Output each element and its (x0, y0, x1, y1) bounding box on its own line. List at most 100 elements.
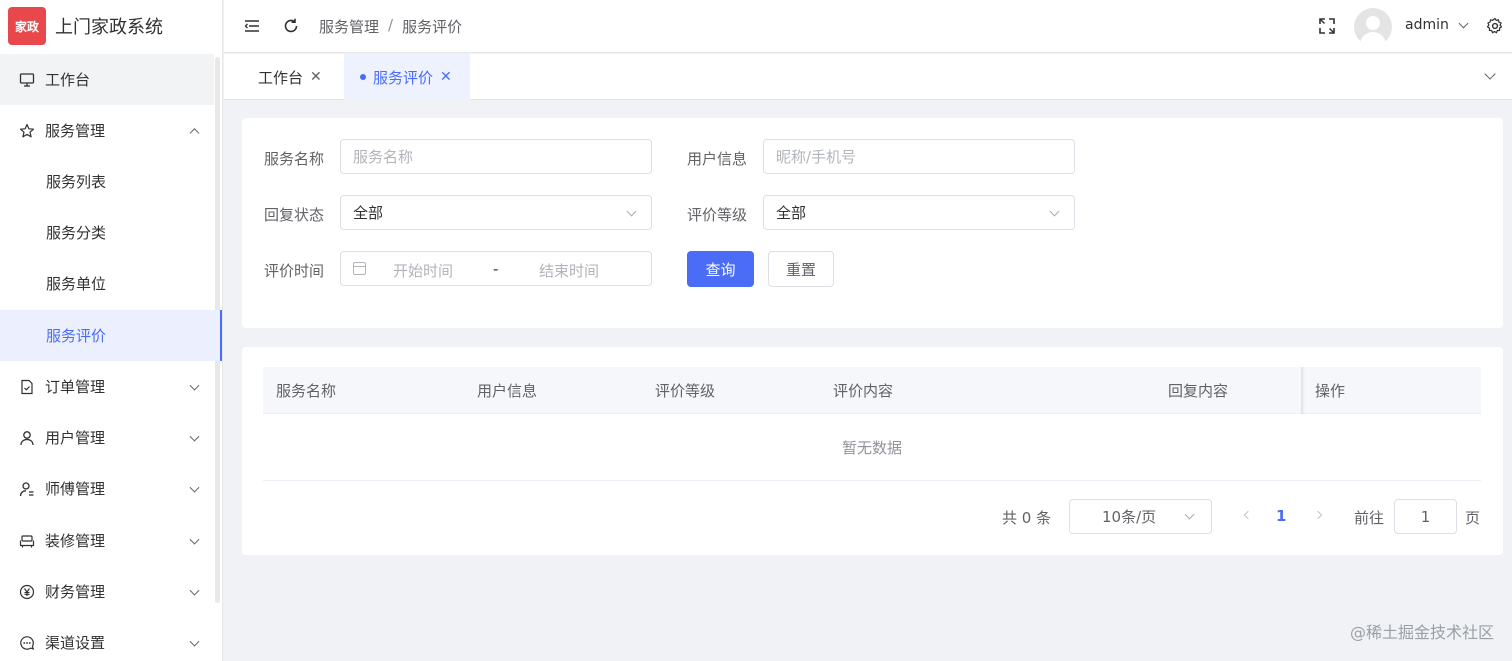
gear-icon[interactable] (1485, 16, 1505, 36)
sidebar-item-finance[interactable]: 财务管理 (0, 566, 214, 617)
breadcrumb-item-current: 服务评价 (402, 18, 463, 36)
watermark: @稀土掘金技术社区 (1349, 623, 1494, 642)
refresh-icon[interactable] (281, 16, 301, 36)
sidebar-item-label: 渠道设置 (45, 634, 106, 652)
sidebar: 家政 上门家政系统 工作台 服务管理 服务列表 服务分类 服务单位 服务评价 订… (0, 0, 223, 661)
column-header: 评价内容 (833, 382, 894, 400)
sidebar-item-service-unit[interactable]: 服务单位 (0, 258, 214, 309)
chevron-down-icon (1049, 206, 1060, 217)
service-name-input[interactable]: 服务名称 (340, 139, 652, 174)
end-date-input[interactable]: 结束时间 (539, 260, 599, 281)
chevron-down-icon (189, 534, 200, 545)
sidebar-item-service-review[interactable]: 服务评价 (0, 310, 222, 361)
close-icon[interactable]: ✕ (440, 69, 452, 85)
breadcrumb-item[interactable]: 服务管理 (319, 16, 379, 37)
sofa-icon (18, 532, 36, 550)
sidebar-item-service-category[interactable]: 服务分类 (0, 207, 214, 258)
chevron-up-icon (189, 127, 200, 138)
next-page-icon[interactable] (1313, 510, 1323, 520)
sidebar-item-label: 工作台 (45, 71, 91, 89)
sidebar-item-dashboard[interactable]: 工作台 (0, 54, 214, 105)
sidebar-item-workers[interactable]: 师傅管理 (0, 463, 214, 514)
sidebar-item-service-list[interactable]: 服务列表 (0, 156, 214, 207)
goto-label: 前往 (1354, 509, 1385, 527)
page-number-current[interactable]: 1 (1276, 507, 1286, 525)
breadcrumb-separator: / (388, 16, 394, 34)
sidebar-item-label: 服务列表 (46, 173, 107, 191)
start-date-input[interactable]: 开始时间 (393, 260, 453, 281)
user-info-input[interactable]: 昵称/手机号 (763, 139, 1075, 174)
document-icon (18, 378, 36, 396)
table-header: 服务名称 用户信息 评价等级 评价内容 回复内容 操作 (263, 367, 1481, 414)
fullscreen-icon[interactable] (1317, 16, 1337, 36)
sidebar-item-renovation[interactable]: 装修管理 (0, 515, 214, 566)
sidebar-item-label: 服务单位 (46, 275, 107, 293)
username[interactable]: admin (1405, 17, 1449, 33)
rating-level-label: 评价等级 (687, 206, 748, 224)
column-header: 回复内容 (1168, 382, 1229, 400)
sidebar-item-service-management[interactable]: 服务管理 (0, 105, 214, 156)
sidebar-item-users[interactable]: 用户管理 (0, 412, 214, 463)
chevron-down-icon (1184, 509, 1195, 520)
star-icon (18, 122, 36, 140)
avatar-body (1360, 32, 1386, 46)
rating-level-value: 全部 (776, 204, 807, 222)
collapse-menu-icon[interactable] (242, 16, 262, 36)
sidebar-item-channel-settings[interactable]: 渠道设置 (0, 617, 214, 661)
reply-status-value: 全部 (353, 204, 384, 222)
app-title: 上门家政系统 (55, 17, 163, 38)
column-header: 评价等级 (655, 382, 716, 400)
sidebar-item-label: 装修管理 (45, 532, 106, 550)
sidebar-item-label: 服务管理 (45, 122, 106, 140)
sidebar-item-label: 财务管理 (45, 583, 106, 601)
filter-form-card: 服务名称 服务名称 用户信息 昵称/手机号 回复状态 全部 评价等级 全部 评价… (242, 118, 1503, 328)
pagination-total: 共 0 条 (1002, 509, 1052, 527)
reply-status-select[interactable]: 全部 (340, 195, 652, 230)
yen-icon (18, 583, 36, 601)
date-range-separator: - (493, 260, 499, 278)
search-button[interactable]: 查询 (687, 251, 754, 287)
sidebar-item-label: 师傅管理 (45, 480, 106, 498)
chevron-down-icon (189, 585, 200, 596)
reset-button[interactable]: 重置 (768, 251, 834, 287)
chat-icon (18, 634, 36, 652)
page-size-select[interactable]: 10条/页 (1069, 499, 1212, 534)
table-card: 服务名称 用户信息 评价等级 评价内容 回复内容 操作 暂无数据 共 0 条 1… (242, 347, 1503, 555)
active-dot-icon (360, 74, 366, 80)
chevron-down-icon[interactable] (1458, 18, 1469, 29)
chevron-down-icon (189, 380, 200, 391)
sidebar-item-label: 服务分类 (46, 224, 107, 242)
breadcrumb: 服务管理 / 服务评价 (319, 16, 462, 37)
sidebar-item-orders[interactable]: 订单管理 (0, 361, 214, 412)
sidebar-item-label: 服务评价 (46, 327, 107, 345)
tab-service-review[interactable]: 服务评价 ✕ (344, 54, 470, 100)
avatar[interactable] (1354, 8, 1392, 46)
calendar-icon (353, 262, 366, 275)
top-header: 服务管理 / 服务评价 admin (224, 0, 1512, 53)
chevron-down-icon (189, 636, 200, 647)
user-icon (18, 429, 36, 447)
rating-level-select[interactable]: 全部 (763, 195, 1075, 230)
column-header: 用户信息 (477, 382, 538, 400)
close-icon[interactable]: ✕ (310, 69, 322, 85)
app-logo-area[interactable]: 家政 上门家政系统 (0, 0, 222, 52)
fixed-column-shadow (1301, 367, 1305, 414)
tab-label: 工作台 (258, 68, 304, 87)
tabs-bar: 工作台 ✕ 服务评价 ✕ (224, 54, 1512, 100)
service-name-label: 服务名称 (264, 150, 325, 168)
page-size-value: 10条/页 (1102, 508, 1157, 526)
chevron-down-icon (189, 482, 200, 493)
goto-page-input[interactable]: 1 (1394, 499, 1457, 534)
user-info-label: 用户信息 (687, 150, 748, 168)
rating-time-range-picker[interactable]: 开始时间 - 结束时间 (340, 251, 652, 286)
chevron-down-icon (626, 206, 637, 217)
sidebar-item-label: 用户管理 (45, 429, 106, 447)
reply-status-label: 回复状态 (264, 206, 325, 224)
monitor-icon (18, 71, 36, 89)
prev-page-icon[interactable] (1243, 510, 1253, 520)
chevron-down-icon (189, 431, 200, 442)
page-suffix: 页 (1465, 509, 1481, 527)
tab-dashboard[interactable]: 工作台 ✕ (258, 54, 322, 100)
tab-label: 服务评价 (373, 68, 434, 87)
chevron-down-icon[interactable] (1484, 68, 1496, 80)
